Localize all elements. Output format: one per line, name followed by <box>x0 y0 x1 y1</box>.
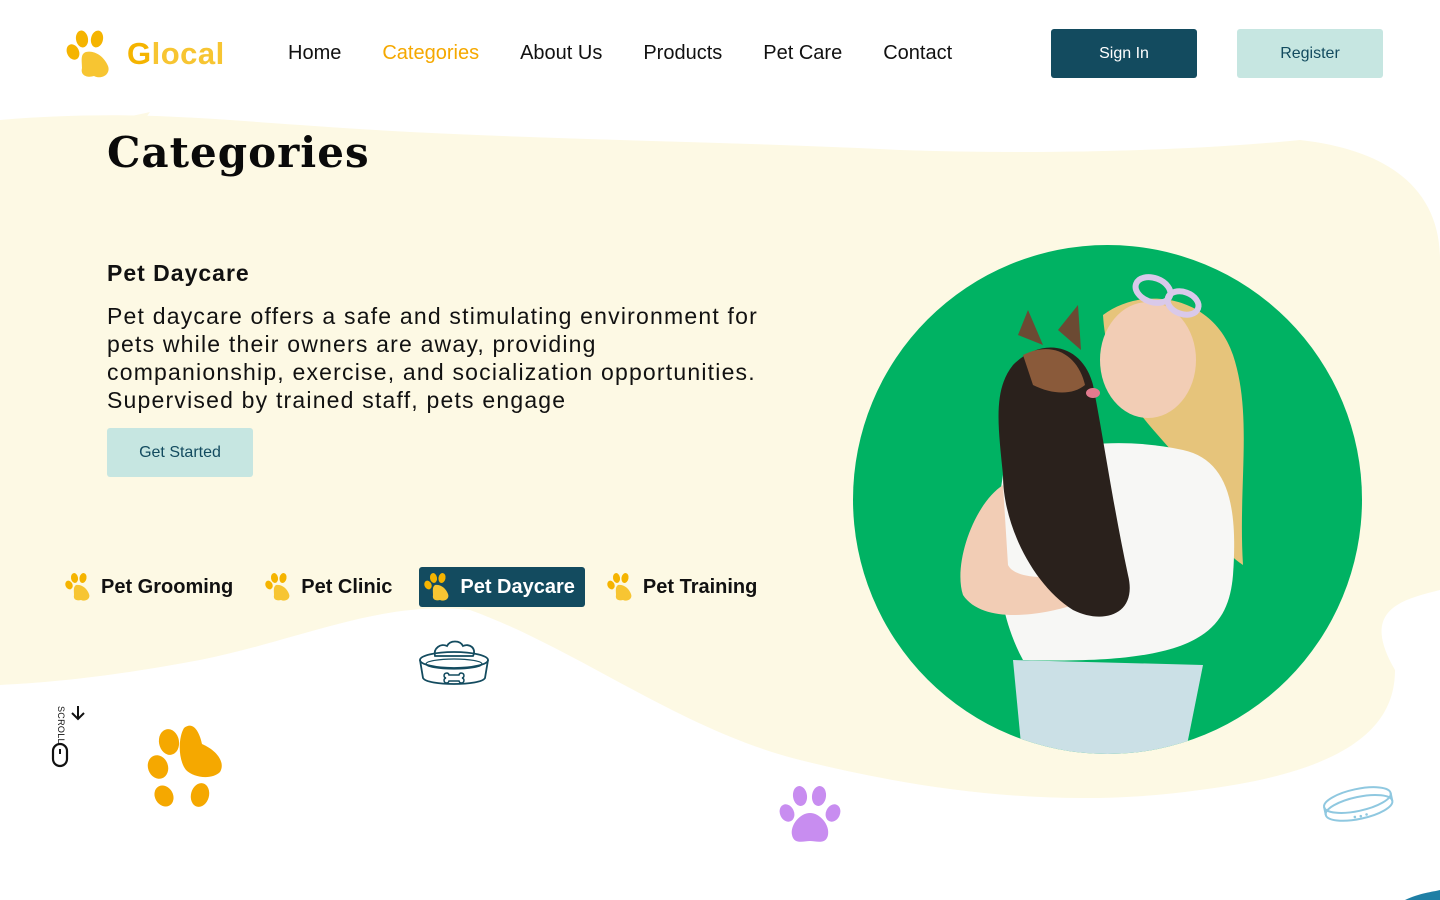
tab-pet-training[interactable]: Pet Training <box>602 567 767 607</box>
nav-contact[interactable]: Contact <box>883 40 952 66</box>
logo[interactable]: Glocal <box>64 28 225 80</box>
tab-label: Pet Training <box>642 575 758 598</box>
nav-categories[interactable]: Categories <box>382 40 479 66</box>
pet-collar-icon <box>1323 786 1394 822</box>
category-tabs: Pet Grooming Pet Clinic Pet Daycare Pet … <box>60 567 784 607</box>
get-started-button[interactable]: Get Started <box>107 428 253 477</box>
tab-pet-grooming[interactable]: Pet Grooming <box>60 567 243 607</box>
paw-icon <box>65 573 90 601</box>
tab-label: Pet Grooming <box>101 575 234 598</box>
scroll-label: SCROLL <box>56 706 66 744</box>
paw-icon <box>607 573 632 601</box>
section-description: Pet daycare offers a safe and stimulatin… <box>107 303 758 413</box>
nav-about-us[interactable]: About Us <box>520 40 602 66</box>
register-button[interactable]: Register <box>1237 29 1383 78</box>
paw-icon <box>265 573 290 601</box>
paw-icon <box>424 573 449 601</box>
tab-pet-clinic[interactable]: Pet Clinic <box>260 567 402 607</box>
tab-label: Pet Clinic <box>301 575 393 598</box>
tab-pet-daycare[interactable]: Pet Daycare <box>419 567 585 607</box>
section-title: Pet Daycare <box>107 260 250 286</box>
nav-products[interactable]: Products <box>643 40 722 66</box>
hero-image <box>853 245 1362 754</box>
nav-home[interactable]: Home <box>288 40 341 66</box>
logo-text-rest: local <box>151 36 225 71</box>
sign-in-button[interactable]: Sign In <box>1051 29 1197 78</box>
paw-icon <box>779 786 841 842</box>
paw-icon <box>66 30 109 78</box>
logo-text-first: G <box>127 36 152 71</box>
tab-label: Pet Daycare <box>460 575 575 598</box>
paw-icon <box>147 725 222 807</box>
nav-pet-care[interactable]: Pet Care <box>763 40 842 66</box>
food-bowl-icon <box>419 640 489 685</box>
page-title: Categories <box>107 128 370 177</box>
main-nav: Home Categories About Us Products Pet Ca… <box>288 40 993 66</box>
logo-text: Glocal <box>127 36 225 72</box>
